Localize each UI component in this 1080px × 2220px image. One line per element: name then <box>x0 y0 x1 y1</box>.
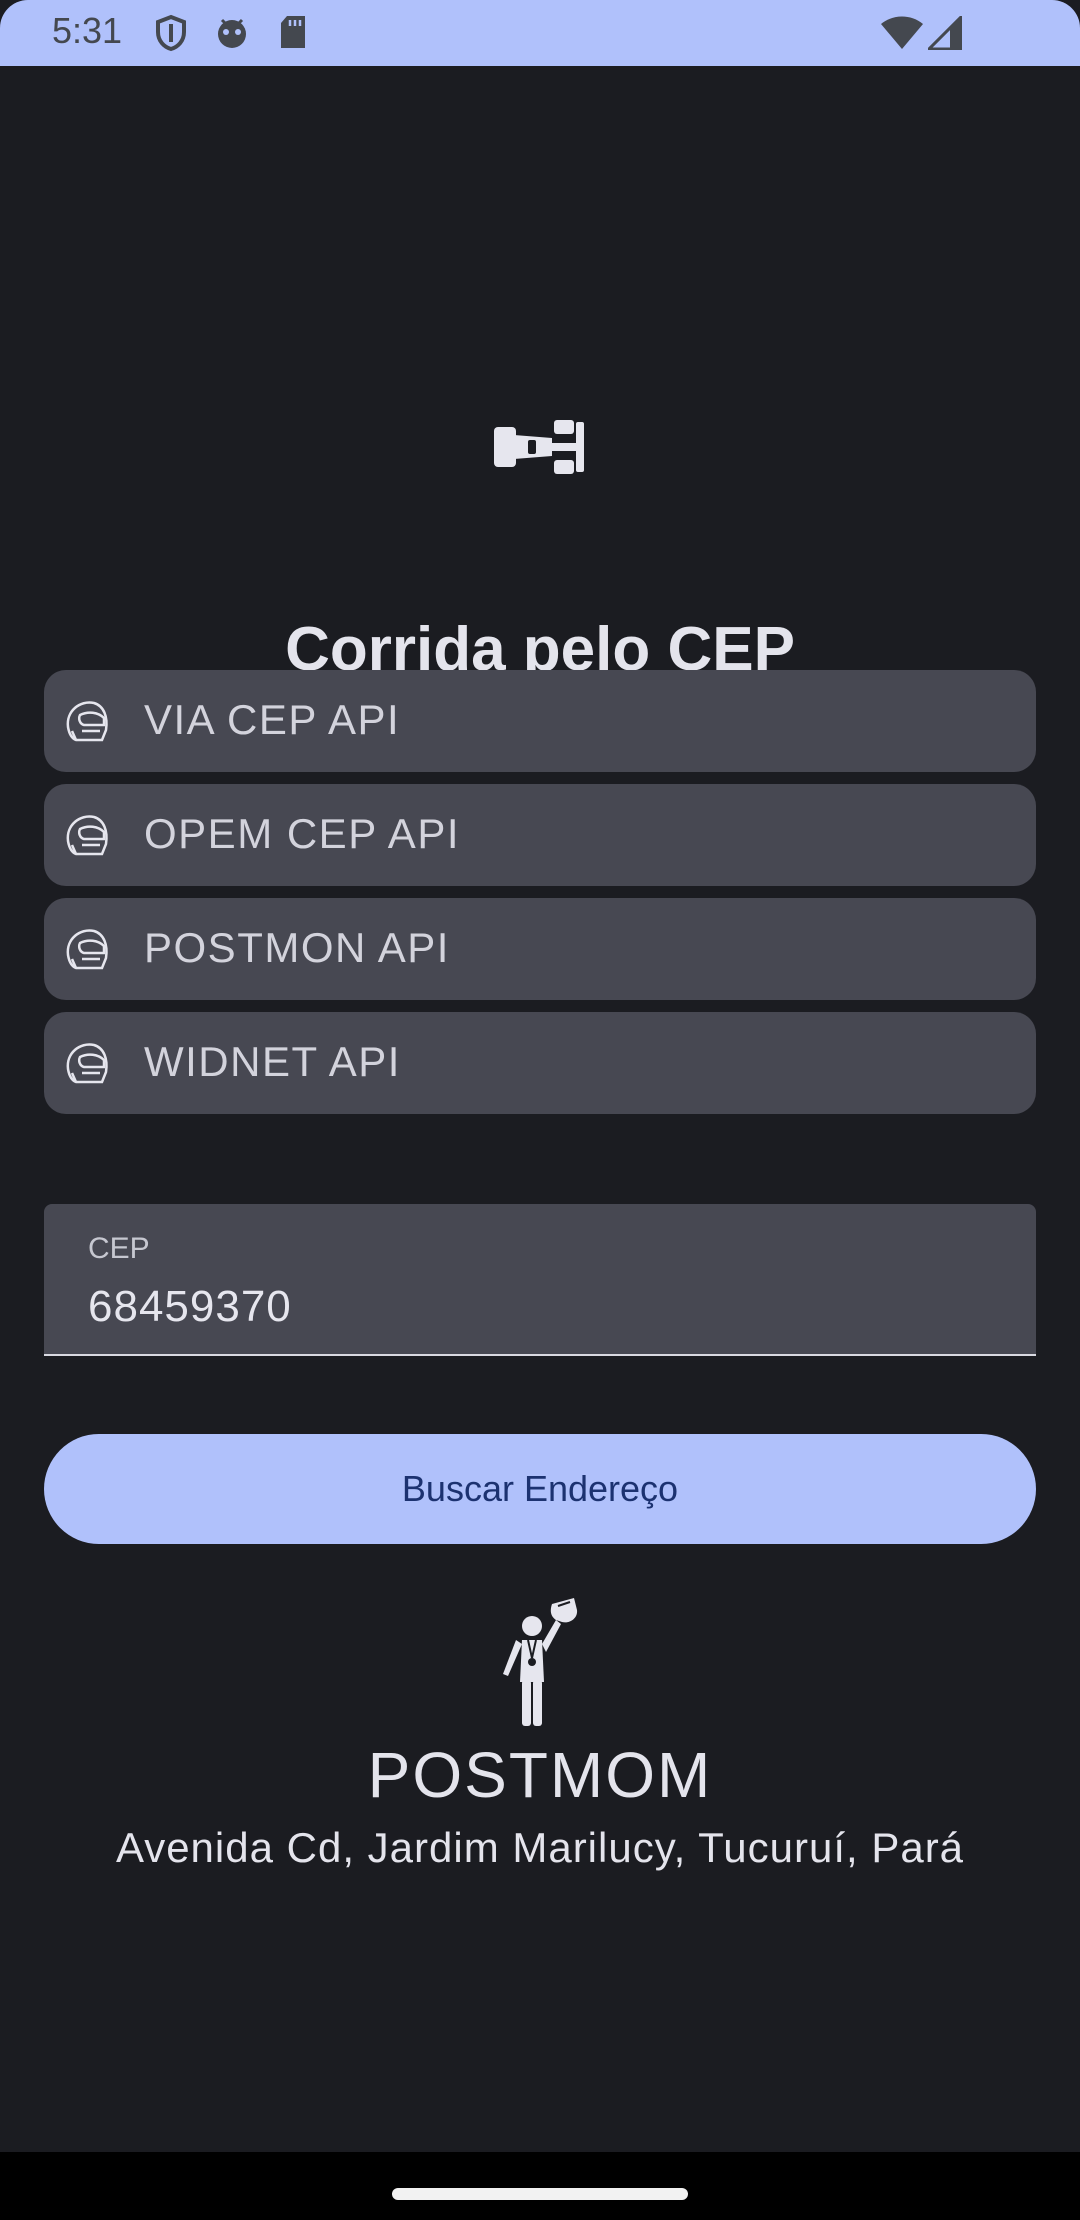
cep-field-label: CEP <box>88 1232 150 1265</box>
trophy-winner-icon <box>503 1598 578 1726</box>
sd-card-icon <box>281 16 305 48</box>
helmet-icon <box>66 929 108 970</box>
race-car-icon <box>494 420 584 474</box>
robot-icon <box>218 18 246 48</box>
status-bar: 5:31 <box>0 0 1080 66</box>
helmet-icon <box>66 701 108 742</box>
api-option-postmon[interactable]: POSTMON API <box>44 898 1036 1000</box>
winner-api-name: POSTMOM <box>367 1739 713 1811</box>
signal-icon <box>928 16 962 50</box>
result-address: Avenida Cd, Jardim Marilucy, Tucuruí, Pa… <box>115 1824 965 1871</box>
cep-input-field[interactable]: CEP 68459370 <box>44 1204 1036 1356</box>
wifi-icon <box>881 16 923 49</box>
helmet-icon <box>66 815 108 856</box>
status-time: 5:31 <box>52 10 123 51</box>
app-screen: Corrida pelo CEP VIA CEP API OPEM CEP AP… <box>0 66 1080 2152</box>
api-option-label: VIA CEP API <box>144 696 401 743</box>
api-option-label: WIDNET API <box>144 1038 401 1085</box>
helmet-icon <box>66 1043 108 1084</box>
api-option-label: POSTMON API <box>144 924 450 971</box>
api-option-opem-cep[interactable]: OPEM CEP API <box>44 784 1036 886</box>
navigation-bar <box>0 2152 1080 2220</box>
api-option-widnet[interactable]: WIDNET API <box>44 1012 1036 1114</box>
api-option-label: OPEM CEP API <box>144 810 460 857</box>
cep-input-value[interactable]: 68459370 <box>88 1282 292 1332</box>
shield-icon <box>156 14 186 52</box>
search-address-button[interactable]: Buscar Endereço <box>44 1434 1036 1544</box>
api-option-via-cep[interactable]: VIA CEP API <box>44 670 1036 772</box>
home-indicator[interactable] <box>392 2188 688 2200</box>
